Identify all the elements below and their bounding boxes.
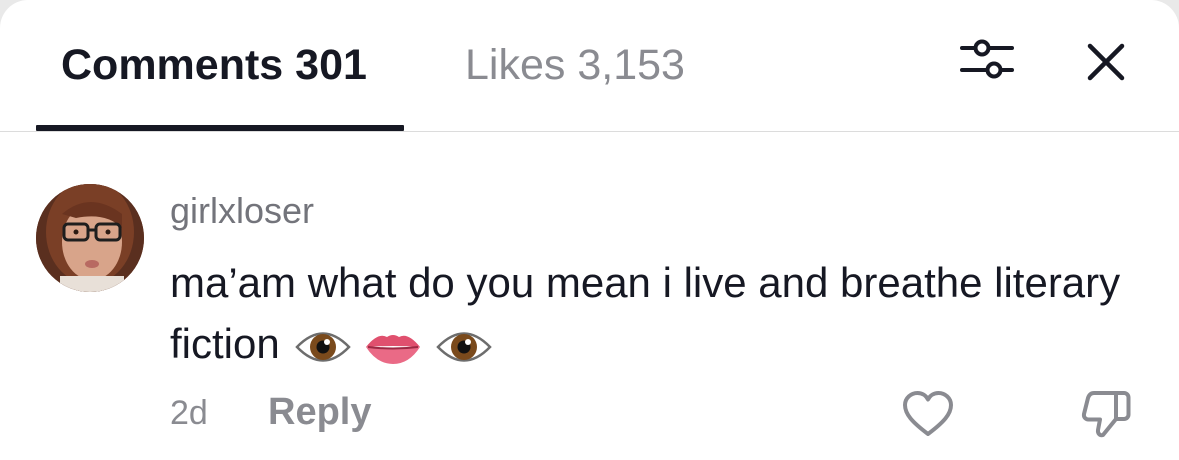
avatar[interactable]: [36, 184, 144, 292]
active-tab-indicator: [36, 125, 404, 131]
dislike-button[interactable]: [1080, 388, 1134, 440]
comment-body: ma’am what do you mean i live and breath…: [170, 252, 1130, 374]
tab-likes[interactable]: Likes 3,153: [465, 40, 685, 132]
eye-emoji: [294, 332, 351, 362]
close-icon: [1087, 43, 1125, 81]
heart-outline-icon: [903, 391, 953, 436]
avatar-image: [36, 184, 144, 292]
comment-item: girlxloser ma’am what do you mean i live…: [0, 132, 1179, 460]
lips-emoji: [366, 334, 421, 364]
reply-button[interactable]: Reply: [268, 390, 371, 434]
filter-button[interactable]: [958, 36, 1016, 82]
tab-comments[interactable]: Comments 301: [61, 40, 367, 132]
eye-emoji: [436, 332, 492, 362]
like-button[interactable]: [902, 390, 954, 438]
comments-sheet: Comments 301 Likes 3,153 girlxloser ma’a…: [0, 0, 1179, 460]
tabs-bar: Comments 301 Likes 3,153: [0, 0, 1179, 132]
sliders-icon: [960, 39, 1014, 79]
emoji-group: [294, 324, 493, 370]
comment-timestamp: 2d: [170, 394, 208, 432]
thumbs-down-outline-icon: [1081, 391, 1131, 438]
close-button[interactable]: [1082, 38, 1130, 86]
comment-username[interactable]: girlxloser: [170, 190, 314, 232]
